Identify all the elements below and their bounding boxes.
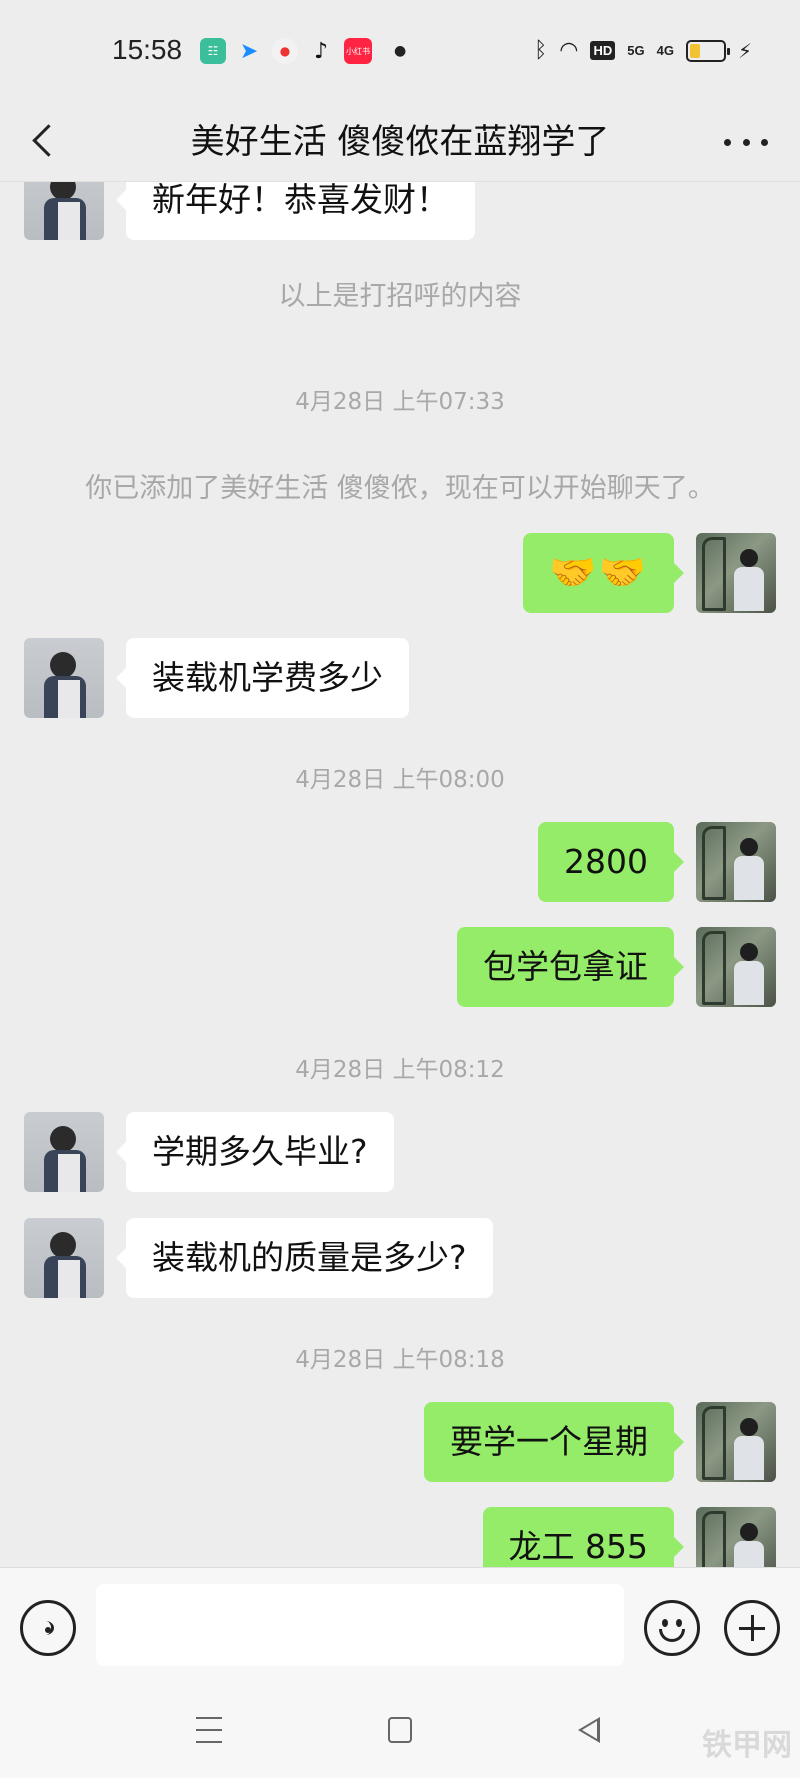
system-navigation-bar — [0, 1689, 800, 1778]
message-bubble-incoming[interactable]: 新年好！恭喜发财！ — [116, 182, 475, 240]
self-avatar[interactable] — [696, 533, 776, 613]
status-app-icons: ☷ ➤ ● ♪ 小红书 ● — [200, 38, 406, 64]
status-bar: 15:58 ☷ ➤ ● ♪ 小红书 ● ᛒ ◠ HD 5G 4G ⚡ — [0, 0, 800, 100]
message-bubble-outgoing[interactable]: 要学一个星期 — [424, 1402, 684, 1482]
contact-avatar[interactable] — [24, 1112, 104, 1192]
self-avatar[interactable] — [696, 822, 776, 902]
timestamp: 4月28日 上午08:00 — [295, 767, 505, 793]
contact-avatar[interactable] — [24, 638, 104, 718]
status-time: 15:58 — [112, 34, 183, 65]
back-triangle-icon[interactable] — [578, 1717, 600, 1743]
system-message: 以上是打招呼的内容 — [278, 281, 522, 312]
chat-header: 美好生活 傻傻侬在蓝翔学了 — [0, 100, 800, 182]
hd-badge: HD — [590, 41, 616, 60]
contact-avatar[interactable] — [24, 182, 104, 240]
status-indicators: ᛒ ◠ HD 5G 4G ⚡ — [534, 38, 752, 63]
message-bubble-outgoing[interactable]: 2800 — [538, 822, 684, 902]
send-notification-icon: ➤ — [239, 38, 259, 64]
plus-icon[interactable] — [724, 1600, 780, 1656]
charging-icon: ⚡ — [737, 38, 752, 63]
message-bubble-outgoing[interactable]: 包学包拿证 — [457, 927, 684, 1007]
battery-icon — [685, 39, 730, 62]
more-notifications-dot-icon: ● — [394, 43, 407, 59]
timestamp: 4月28日 上午07:33 — [295, 389, 505, 415]
message-bubble-incoming[interactable]: 装载机学费多少 — [116, 638, 409, 718]
self-avatar[interactable] — [696, 1402, 776, 1482]
chat-title: 美好生活 傻傻侬在蓝翔学了 — [190, 122, 610, 162]
tiktok-notification-icon: ♪ — [313, 38, 329, 64]
timestamp: 4月28日 上午08:12 — [295, 1057, 505, 1083]
bluetooth-icon: ᛒ — [534, 38, 548, 63]
app-notification-icon: ☷ — [200, 38, 226, 64]
voice-icon[interactable] — [20, 1600, 76, 1656]
input-bar — [0, 1567, 800, 1689]
system-message: 你已添加了美好生活 傻傻侬，现在可以开始聊天了。 — [85, 473, 715, 504]
message-bubble-outgoing[interactable]: 龙工 855 — [482, 1507, 685, 1567]
contact-avatar[interactable] — [24, 1218, 104, 1298]
xiaohongshu-notification-icon: 小红书 — [344, 38, 372, 64]
self-avatar[interactable] — [696, 927, 776, 1007]
wifi-icon: ◠ — [559, 38, 579, 63]
timestamp: 4月28日 上午08:18 — [295, 1347, 505, 1373]
message-bubble-incoming[interactable]: 学期多久毕业? — [116, 1112, 394, 1192]
map-notification-icon: ● — [272, 38, 298, 64]
signal-5g-icon: 5G — [627, 43, 645, 58]
chat-messages[interactable]: 新年好！恭喜发财！ 以上是打招呼的内容 4月28日 上午07:33 你已添加了美… — [0, 182, 800, 1567]
recent-apps-icon[interactable] — [196, 1717, 222, 1743]
message-bubble-incoming[interactable]: 装载机的质量是多少? — [116, 1218, 493, 1298]
self-avatar[interactable] — [696, 1507, 776, 1567]
signal-4g-icon: 4G — [656, 43, 674, 58]
more-dots-icon[interactable] — [724, 122, 768, 162]
emoji-icon[interactable] — [644, 1600, 700, 1656]
watermark: 铁甲网 — [702, 1728, 792, 1763]
home-icon[interactable] — [388, 1717, 412, 1743]
message-bubble-outgoing[interactable]: 🤝🤝 — [523, 533, 684, 613]
message-input[interactable] — [96, 1584, 624, 1666]
